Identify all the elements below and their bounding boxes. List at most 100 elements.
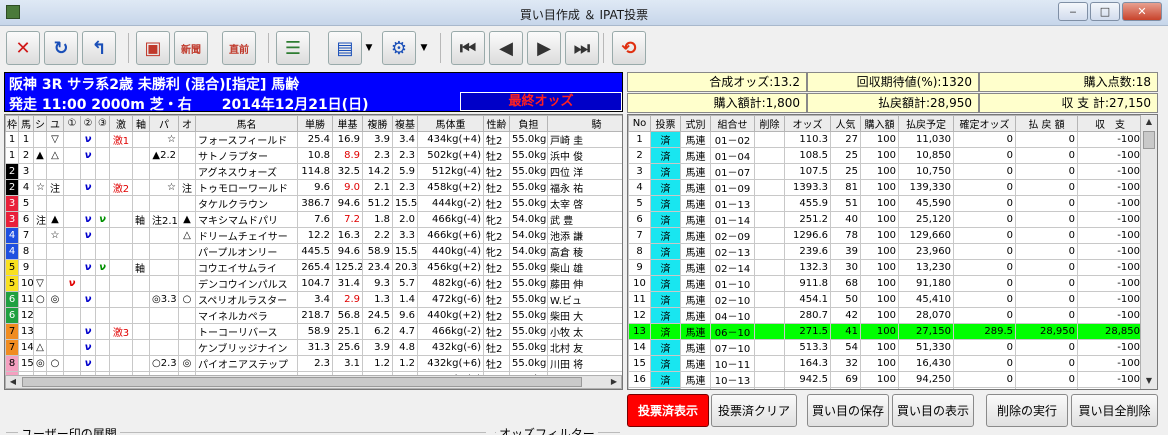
last-button[interactable]: ⏭	[565, 31, 599, 65]
horse-col-header[interactable]: シ	[33, 115, 47, 132]
horse-row[interactable]: 3 6 注 ▲ ν ν 軸注2.1 ▲ マキシマムドパリ 7.6 7.2 1.8 2.0 466kg(-4…	[5, 211, 622, 228]
horse-row[interactable]: 3 5 タケルクラウン 386.7 94.6 51.2 15.5 444kg(-2) 牡2 55.…	[5, 195, 622, 212]
bet-row[interactable]: 3 済馬連 01－07 107.5 25 100 10,750 0 0 -100	[628, 163, 1143, 180]
horse-row[interactable]: 4 8 パープルオンリー 445.5 94.6 58.9 15.5 440kg(-4) 牝2 54…	[5, 243, 622, 260]
show-bets-button[interactable]: 買い目の表示	[892, 394, 974, 427]
horse-col-header[interactable]: 単基	[332, 115, 363, 132]
horse-col-header[interactable]: 馬体重	[417, 115, 484, 132]
first-button[interactable]: ⏮	[451, 31, 485, 65]
next-button[interactable]: ▶	[527, 31, 561, 65]
bet-row-selected[interactable]: 13 済馬連 06－10 271.5 41 100 27,150 289.5 28,950 28,…	[628, 323, 1143, 340]
horse-col-header[interactable]: 馬名	[195, 115, 298, 132]
settings-button[interactable]: ⚙	[382, 31, 416, 65]
save-bets-button[interactable]: 買い目の保存	[807, 394, 889, 427]
horse-col-header[interactable]: 複勝	[362, 115, 393, 132]
horse-col-header[interactable]: 馬	[18, 115, 34, 132]
bet-col-header[interactable]: 払戻予定	[898, 115, 954, 132]
horse-col-header[interactable]: パ	[149, 115, 179, 132]
horse-row[interactable]: 7 14 △ ν ケンブリッジナイン 31.3 25.6 3.9 4.8 432kg(-6) 牡2 5…	[5, 339, 622, 356]
display-button[interactable]: ▣	[136, 31, 170, 65]
horse-row[interactable]: 6 11 ○ ◎ ν ◎3.3 ○ スペリオルラスター 3.4 2.9 1.3 1.4 472kg(-6…	[5, 291, 622, 308]
bets-table-vscroll[interactable]: ▲ ▼	[1140, 115, 1157, 389]
bet-row[interactable]: 7 済馬連 02－09 1296.6 78 100 129,660 0 0 -100	[628, 227, 1143, 244]
bet-row[interactable]: 15 済馬連 10－11 164.3 32 100 16,430 0 0 -100	[628, 355, 1143, 372]
before-button[interactable]: 直前	[222, 31, 256, 65]
bet-row[interactable]: 12 済馬連 04－10 280.7 42 100 28,070 0 0 -100	[628, 307, 1143, 324]
horse-row[interactable]: 5 9 ν ν 軸 コウエイサムライ 265.4 125.2 23.4 20.3 456kg(+2)…	[5, 259, 622, 276]
horse-col-header[interactable]: 性齢	[483, 115, 510, 132]
horse-row[interactable]: 5 10 ▽ ν デンコウインパルス 104.7 31.4 9.3 5.7 482kg(-6) 牡2…	[5, 275, 622, 292]
horse-col-header[interactable]: ①	[63, 115, 81, 132]
bet-row[interactable]: 1 済馬連 01－02 110.3 27 100 11,030 0 0 -100	[628, 131, 1143, 148]
bet-col-header[interactable]: 払 戻 額	[1015, 115, 1078, 132]
horse-col-header[interactable]: ユ	[46, 115, 64, 132]
list-button[interactable]: ☰	[276, 31, 310, 65]
horse-cell-jk: 四位 洋	[547, 163, 622, 180]
document-dropdown-button[interactable]: ▼	[362, 31, 376, 65]
horse-col-header[interactable]: ②	[80, 115, 96, 132]
horse-row[interactable]: 4 7 ☆ ν △ ドリームチェイサー 12.2 16.3 2.2 3.3 466kg(+6) 牝2 5…	[5, 227, 622, 244]
bet-col-header[interactable]: 削除	[754, 115, 785, 132]
scroll-right-icon[interactable]: ▶	[607, 376, 621, 388]
delete-exec-button[interactable]: 削除の実行	[986, 394, 1068, 427]
horse-table[interactable]: 枠馬シユ ① ② ③ 激軸パオ馬名 単勝 単基 複勝 複基 馬体重 性齢 負担騎 1 1 ▽ ν 激1 ☆ フォー…	[4, 114, 623, 390]
horse-col-header[interactable]: 軸	[132, 115, 150, 132]
horse-row[interactable]: 8 15 ◎ ○ ν ○2.3 ◎ パイオニアステップ 2.3 3.1 1.2 1.2 432kg(+6…	[5, 355, 622, 372]
bet-row[interactable]: 17済馬連10－14621.45910062,14000-100	[628, 387, 1143, 389]
scroll-left-icon[interactable]: ◀	[6, 376, 20, 388]
horse-col-header[interactable]: 単勝	[297, 115, 333, 132]
horse-col-header[interactable]: 複基	[392, 115, 418, 132]
horse-row[interactable]: 1 1 ▽ ν 激1 ☆ フォースフィールド 25.4 16.9 3.9 3.4 434kg(+4) 牡…	[5, 131, 622, 148]
bet-col-header[interactable]: No	[628, 115, 651, 132]
bet-row[interactable]: 2 済馬連 01－04 108.5 25 100 10,850 0 0 -100	[628, 147, 1143, 164]
scroll-down-icon[interactable]: ▼	[1142, 375, 1156, 387]
bet-col-header[interactable]: 収 支	[1077, 115, 1143, 132]
horse-col-header[interactable]: 負担	[509, 115, 548, 132]
scroll-up-icon[interactable]: ▲	[1142, 116, 1156, 128]
refresh-button[interactable]: ↻	[44, 31, 78, 65]
delete-all-button[interactable]: 買い目全削除	[1071, 394, 1158, 427]
horse-row[interactable]: 2 3 アグネスウォーズ 114.8 32.5 14.2 5.9 512kg(-4) 牡2 55.…	[5, 163, 622, 180]
bet-row[interactable]: 16 済馬連 10－13 942.5 69 100 94,250 0 0 -100	[628, 371, 1143, 388]
bet-col-header[interactable]: 購入額	[860, 115, 899, 132]
cancel-button[interactable]: ✕	[6, 31, 40, 65]
bet-row[interactable]: 10 済馬連 01－10 911.8 68 100 91,180 0 0 -100	[628, 275, 1143, 292]
bet-col-header[interactable]: オッズ	[784, 115, 831, 132]
horse-col-header[interactable]: ③	[95, 115, 110, 132]
newspaper-button[interactable]: 新聞	[174, 31, 208, 65]
horse-col-header[interactable]: オ	[178, 115, 196, 132]
voted-clear-button[interactable]: 投票済クリア	[711, 394, 797, 427]
bet-col-header[interactable]: 組合せ	[710, 115, 755, 132]
return-button[interactable]: ↰	[82, 31, 116, 65]
bet-row[interactable]: 5 済馬連 01－13 455.9 51 100 45,590 0 0 -100	[628, 195, 1143, 212]
horse-col-header[interactable]: 枠	[5, 115, 19, 132]
horse-col-header[interactable]: 激	[109, 115, 133, 132]
prev-button[interactable]: ◀	[489, 31, 523, 65]
horse-table-hscroll-thumb[interactable]	[22, 377, 582, 387]
bet-col-header[interactable]: 投票	[650, 115, 681, 132]
bet-col-header[interactable]: 確定オッズ	[953, 115, 1016, 132]
bet-col-header[interactable]: 人気	[830, 115, 861, 132]
bet-row[interactable]: 4 済馬連 01－09 1393.3 81 100 139,330 0 0 -100	[628, 179, 1143, 196]
horse-col-header[interactable]: 騎	[547, 115, 622, 132]
document-button[interactable]: ▤	[328, 31, 362, 65]
bet-row[interactable]: 8 済馬連 02－13 239.6 39 100 23,960 0 0 -100	[628, 243, 1143, 260]
bet-row[interactable]: 9 済馬連 02－14 132.3 30 100 13,230 0 0 -100	[628, 259, 1143, 276]
bet-row[interactable]: 6 済馬連 01－14 251.2 40 100 25,120 0 0 -100	[628, 211, 1143, 228]
bets-table[interactable]: No 投票 式別 組合せ 削除 オッズ 人気 購入額 払戻予定 確定オッズ払 戻 額収 支 1済馬…	[627, 114, 1158, 390]
horse-row[interactable]: 2 4 ☆ 注 ν 激2 ☆ 注トゥモローワールド 9.6 9.0 2.1 2.3 458kg(+2) 牡…	[5, 179, 622, 196]
horse-row[interactable]: 6 12 マイネルカペラ 218.7 56.8 24.5 9.6 440kg(+2) 牡2 55.…	[5, 307, 622, 324]
bet-row[interactable]: 14 済馬連 07－10 513.3 54 100 51,330 0 0 -100	[628, 339, 1143, 356]
horse-row[interactable]: 1 2 ▲ △ ν ▲2.2 サトノラプター 10.8 8.9 2.3 2.3 502kg(+4) 牡2…	[5, 147, 622, 164]
settings-dropdown-button[interactable]: ▼	[417, 31, 431, 65]
bets-table-vscroll-thumb[interactable]	[1143, 131, 1155, 149]
minimize-button[interactable]: ‒	[1058, 2, 1088, 21]
close-button[interactable]: ✕	[1122, 2, 1162, 21]
voted-display-button[interactable]: 投票済表示	[627, 394, 709, 427]
horse-row[interactable]: 7 13 ν 激3 トーコーリバース 58.9 25.1 6.2 4.7 466kg(-2) 牡2 5…	[5, 323, 622, 340]
horse-table-hscroll[interactable]: ◀ ▶	[5, 375, 622, 389]
bet-row[interactable]: 11 済馬連 02－10 454.1 50 100 45,410 0 0 -100	[628, 291, 1143, 308]
bet-col-header[interactable]: 式別	[680, 115, 711, 132]
maximize-button[interactable]: □	[1090, 2, 1120, 21]
ipat-button[interactable]: ⟲	[612, 31, 646, 65]
